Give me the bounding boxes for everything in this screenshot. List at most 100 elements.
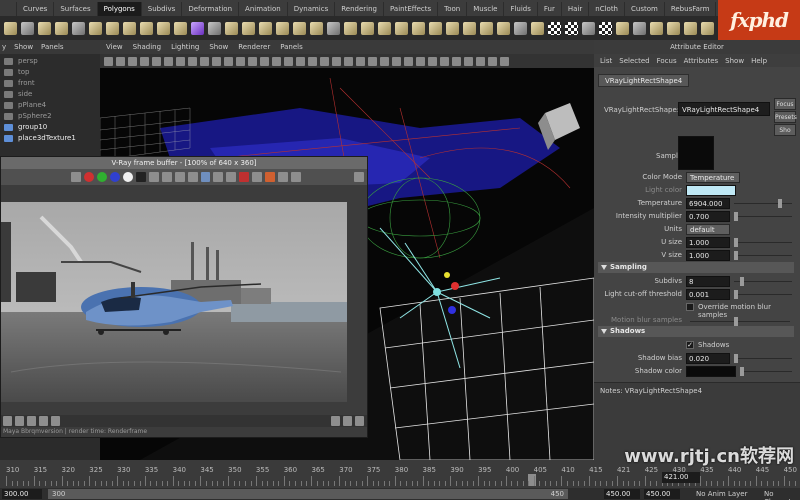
shelf-tab-deformation[interactable]: Deformation <box>182 2 240 16</box>
shelf-tool-icon[interactable] <box>310 21 323 35</box>
shelf-tab-general[interactable] <box>4 2 17 16</box>
shelf-tool-icon[interactable] <box>429 21 442 35</box>
fb-status-icon-6[interactable] <box>331 416 340 426</box>
shelf-tool-icon[interactable] <box>463 21 476 35</box>
shelf-tab-subdivs[interactable]: Subdivs <box>142 2 183 16</box>
u-size-field[interactable]: 1.000 <box>686 237 730 248</box>
viewport-menu-show[interactable]: Show <box>209 43 228 51</box>
fb-track-icon[interactable] <box>213 172 224 182</box>
viewport-tool-icon[interactable] <box>188 56 197 66</box>
shelf-tool-icon[interactable] <box>140 21 153 35</box>
shelf-tool-icon[interactable] <box>514 21 527 35</box>
range-start-field[interactable]: 300.00 <box>2 489 42 499</box>
v-size-slider-knob[interactable] <box>734 251 738 260</box>
viewport-tool-icon[interactable] <box>452 56 461 66</box>
temperature-slider[interactable] <box>734 199 792 208</box>
fb-stop-icon[interactable] <box>239 172 250 182</box>
cutoff-slider-knob[interactable] <box>734 290 738 299</box>
viewport-tool-icon[interactable] <box>224 56 233 66</box>
viewport-tool-icon[interactable] <box>380 56 389 66</box>
show-button[interactable]: Sho <box>774 124 796 136</box>
viewport-tool-icon[interactable] <box>344 56 353 66</box>
intensity-slider-knob[interactable] <box>734 212 738 221</box>
fb-options-icon[interactable] <box>354 172 365 182</box>
shelf-tool-icon[interactable] <box>21 21 34 35</box>
viewport-menu-renderer[interactable]: Renderer <box>238 43 270 51</box>
shelf-tool-icon[interactable] <box>191 21 204 35</box>
shelf-tool-icon[interactable] <box>242 21 255 35</box>
outliner-menu-show[interactable]: Show <box>14 43 33 51</box>
viewport-tool-icon[interactable] <box>176 56 185 66</box>
outliner-item[interactable]: side <box>0 89 100 100</box>
viewport-tool-icon[interactable] <box>236 56 245 66</box>
shelf-tool-icon[interactable] <box>565 21 578 35</box>
fb-blue-channel-icon[interactable] <box>109 172 120 182</box>
viewport-tool-icon[interactable] <box>500 56 509 66</box>
fb-red-channel-icon[interactable] <box>83 172 94 182</box>
sampling-section-header[interactable]: Sampling <box>598 262 794 273</box>
viewport-menu-view[interactable]: View <box>106 43 123 51</box>
outliner-item[interactable]: group10 <box>0 122 100 133</box>
subdivs-slider-knob[interactable] <box>740 277 744 286</box>
shelf-tool-icon[interactable] <box>89 21 102 35</box>
viewport-tool-icon[interactable] <box>308 56 317 66</box>
fb-status-icon-4[interactable] <box>39 416 48 426</box>
ae-menu-selected[interactable]: Selected <box>619 57 649 65</box>
intensity-slider[interactable] <box>734 212 792 221</box>
gizmo-center[interactable] <box>433 288 441 296</box>
shelf-tool-icon[interactable] <box>55 21 68 35</box>
shelf-tool-icon[interactable] <box>327 21 340 35</box>
subdivs-slider[interactable] <box>734 277 792 286</box>
shelf-tool-icon[interactable] <box>106 21 119 35</box>
viewport-tool-icon[interactable] <box>152 56 161 66</box>
fb-status-icon-1[interactable] <box>3 416 12 426</box>
intensity-field[interactable]: 0.700 <box>686 211 730 222</box>
gizmo-yellow-handle[interactable] <box>444 272 450 278</box>
shelf-tool-icon[interactable] <box>582 21 595 35</box>
viewport-tool-icon[interactable] <box>320 56 329 66</box>
fb-region-icon[interactable] <box>200 172 211 182</box>
fb-status-icon-2[interactable] <box>15 416 24 426</box>
gizmo-red-handle[interactable] <box>451 282 459 290</box>
shelf-tool-icon[interactable] <box>38 21 51 35</box>
temperature-field[interactable]: 6904.000 <box>686 198 730 209</box>
shelf-tool-icon[interactable] <box>225 21 238 35</box>
outliner-item[interactable]: persp <box>0 56 100 67</box>
viewport-tool-icon[interactable] <box>140 56 149 66</box>
cutoff-field[interactable]: 0.001 <box>686 289 730 300</box>
shelf-tool-icon[interactable] <box>701 21 714 35</box>
ae-menu-list[interactable]: List <box>600 57 612 65</box>
tab-vraylightrectshape4[interactable]: VRayLightRectShape4 <box>598 74 690 87</box>
shelf-tool-icon[interactable] <box>208 21 221 35</box>
shelf-tool-icon[interactable] <box>174 21 187 35</box>
viewport-tool-icon[interactable] <box>464 56 473 66</box>
focus-button[interactable]: Focus <box>774 98 796 110</box>
shelf-tool-icon[interactable] <box>293 21 306 35</box>
shelf-tab-animation[interactable]: Animation <box>239 2 288 16</box>
shelf-tab-custom[interactable]: Custom <box>625 2 665 16</box>
mb-samples-slider[interactable] <box>690 317 790 326</box>
shelf-tool-icon[interactable] <box>72 21 85 35</box>
shelf-tool-icon[interactable] <box>276 21 289 35</box>
viewport-tool-icon[interactable] <box>428 56 437 66</box>
shelf-tab-fur[interactable]: Fur <box>538 2 562 16</box>
shelf-tool-icon[interactable] <box>599 21 612 35</box>
viewport-tool-icon[interactable] <box>356 56 365 66</box>
range-end-field[interactable]: 450.00 <box>604 489 640 499</box>
shelf-tab-polygons[interactable]: Polygons <box>97 2 142 16</box>
viewport-tool-icon[interactable] <box>392 56 401 66</box>
fb-alpha-channel-icon[interactable] <box>122 172 133 182</box>
viewport-tool-icon[interactable] <box>296 56 305 66</box>
anim-layer-label[interactable]: No Anim Layer <box>696 490 747 498</box>
shelf-tool-icon[interactable] <box>412 21 425 35</box>
fb-save-icon[interactable] <box>148 172 159 182</box>
shadows-checkbox[interactable]: ✓ <box>686 341 694 349</box>
shelf-tab-fluids[interactable]: Fluids <box>504 2 538 16</box>
viewport-tool-icon[interactable] <box>116 56 125 66</box>
shelf-tab-curves[interactable]: Curves <box>17 2 55 16</box>
outliner-menu-y[interactable]: y <box>2 43 6 51</box>
viewport-tool-icon[interactable] <box>200 56 209 66</box>
viewport-tool-icon[interactable] <box>440 56 449 66</box>
viewport-menu-shading[interactable]: Shading <box>133 43 161 51</box>
shelf-tool-icon[interactable] <box>548 21 561 35</box>
